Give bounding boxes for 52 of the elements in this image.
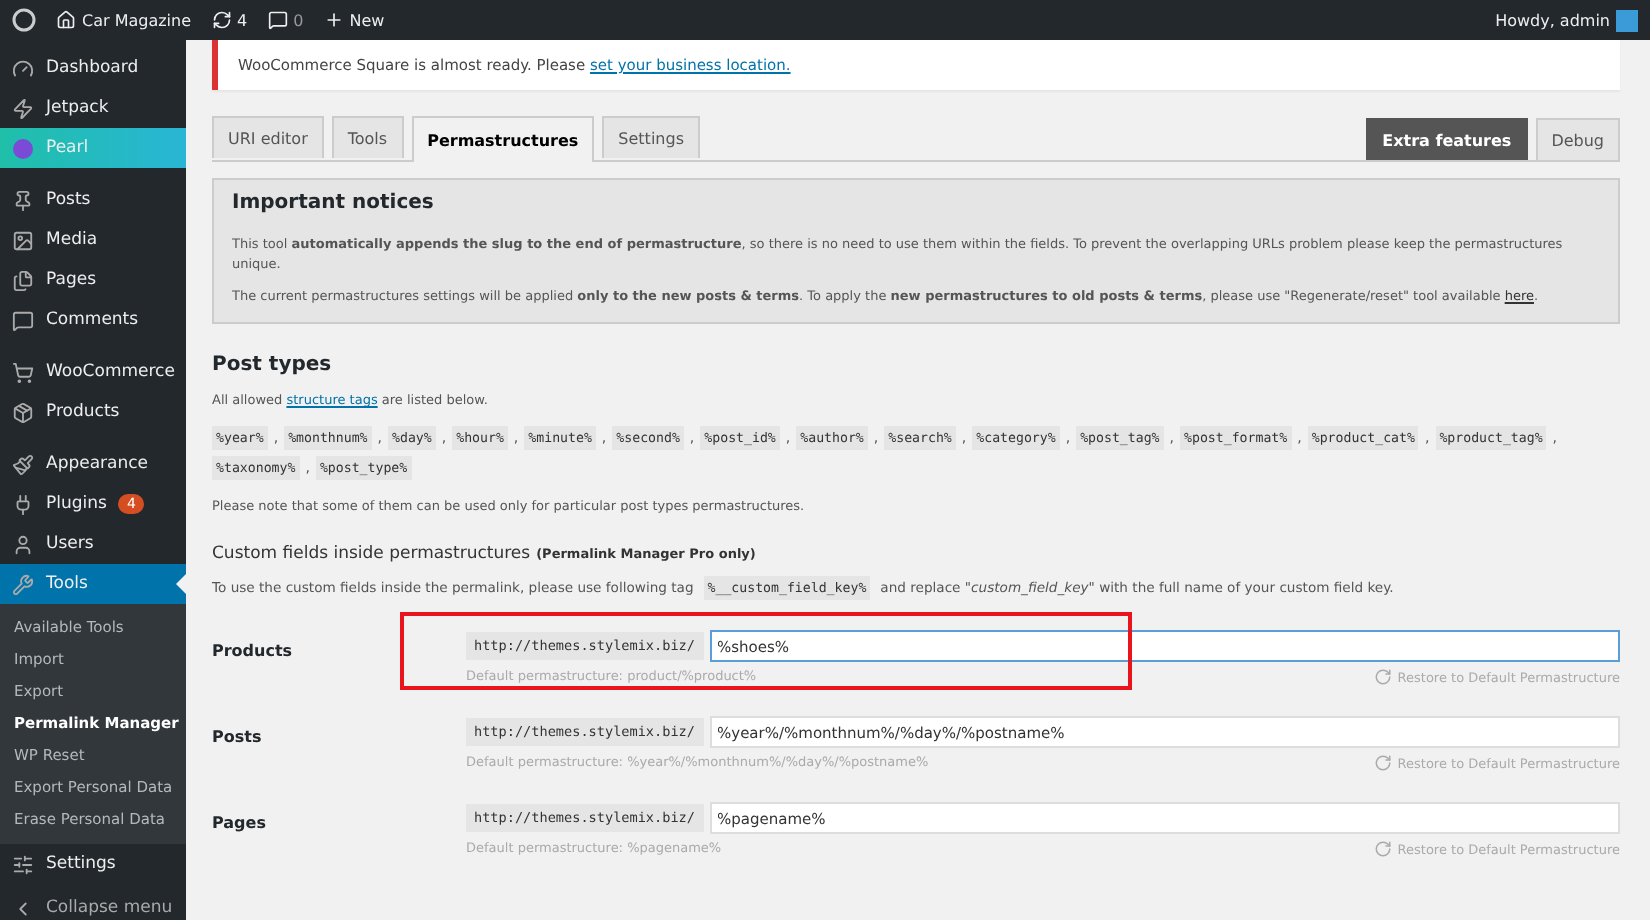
row-label: Products (212, 640, 295, 664)
tab[interactable]: Permastructures (411, 116, 595, 162)
plus-icon[interactable] (323, 10, 344, 30)
new-link[interactable]: New (349, 11, 385, 29)
panel-title: Important notices (232, 192, 436, 214)
section-title: Post types (212, 354, 334, 376)
menu-icon (12, 97, 34, 119)
ball-icon (12, 137, 34, 159)
restore-icon (1373, 754, 1392, 772)
menu-icon (12, 229, 34, 251)
menu-icon (12, 453, 34, 475)
collapse-menu-button[interactable]: Collapse menu (0, 896, 186, 920)
tab[interactable]: URI editor (212, 116, 324, 158)
menu-icon (12, 361, 34, 383)
sidebar-item[interactable]: Pages (0, 260, 186, 300)
menu-icon (12, 309, 34, 331)
menu-icon (12, 533, 34, 555)
sidebar-item[interactable]: Dashboard (0, 48, 186, 88)
avatar-icon[interactable] (1616, 9, 1638, 31)
site-name-link[interactable]: Car Magazine (82, 11, 192, 29)
section-title: Custom fields inside permastructures (212, 544, 531, 564)
greeting-link[interactable]: Howdy, admin (1495, 11, 1610, 29)
sidebar-item[interactable]: Jetpack (0, 88, 186, 128)
menu-icon (12, 493, 34, 515)
tab[interactable]: Tools (331, 116, 404, 158)
sidebar-item[interactable]: Products (0, 392, 186, 432)
sidebar-item[interactable]: Appearance (0, 444, 186, 484)
row-label: Posts (212, 726, 264, 750)
restore-icon (1373, 668, 1392, 686)
menu-icon (12, 573, 34, 595)
menu-icon (12, 189, 34, 211)
tab[interactable]: Settings (602, 116, 700, 158)
updates-icon[interactable] (211, 10, 232, 30)
row-label: Pages (212, 812, 268, 836)
sidebar-item[interactable]: Media (0, 220, 186, 260)
menu-icon (12, 853, 34, 875)
tab[interactable]: Extra features (1366, 118, 1528, 160)
menu-icon (12, 57, 34, 79)
tab[interactable]: Debug (1535, 118, 1620, 160)
sidebar-item[interactable]: Users (0, 524, 186, 564)
sidebar-item[interactable]: Posts (0, 180, 186, 220)
sidebar-item[interactable]: WooCommerce (0, 352, 186, 392)
menu-icon (12, 401, 34, 423)
updates-count[interactable]: 4 (237, 11, 248, 29)
restore-icon (1373, 840, 1392, 858)
home-icon[interactable] (56, 10, 76, 30)
comments-count[interactable]: 0 (293, 11, 304, 29)
menu-icon (12, 269, 34, 291)
sidebar-item[interactable]: Tools (0, 564, 186, 604)
sidebar-item[interactable]: Settings (0, 844, 186, 884)
sidebar-item[interactable]: Comments (0, 300, 186, 340)
comments-icon[interactable] (267, 10, 288, 30)
